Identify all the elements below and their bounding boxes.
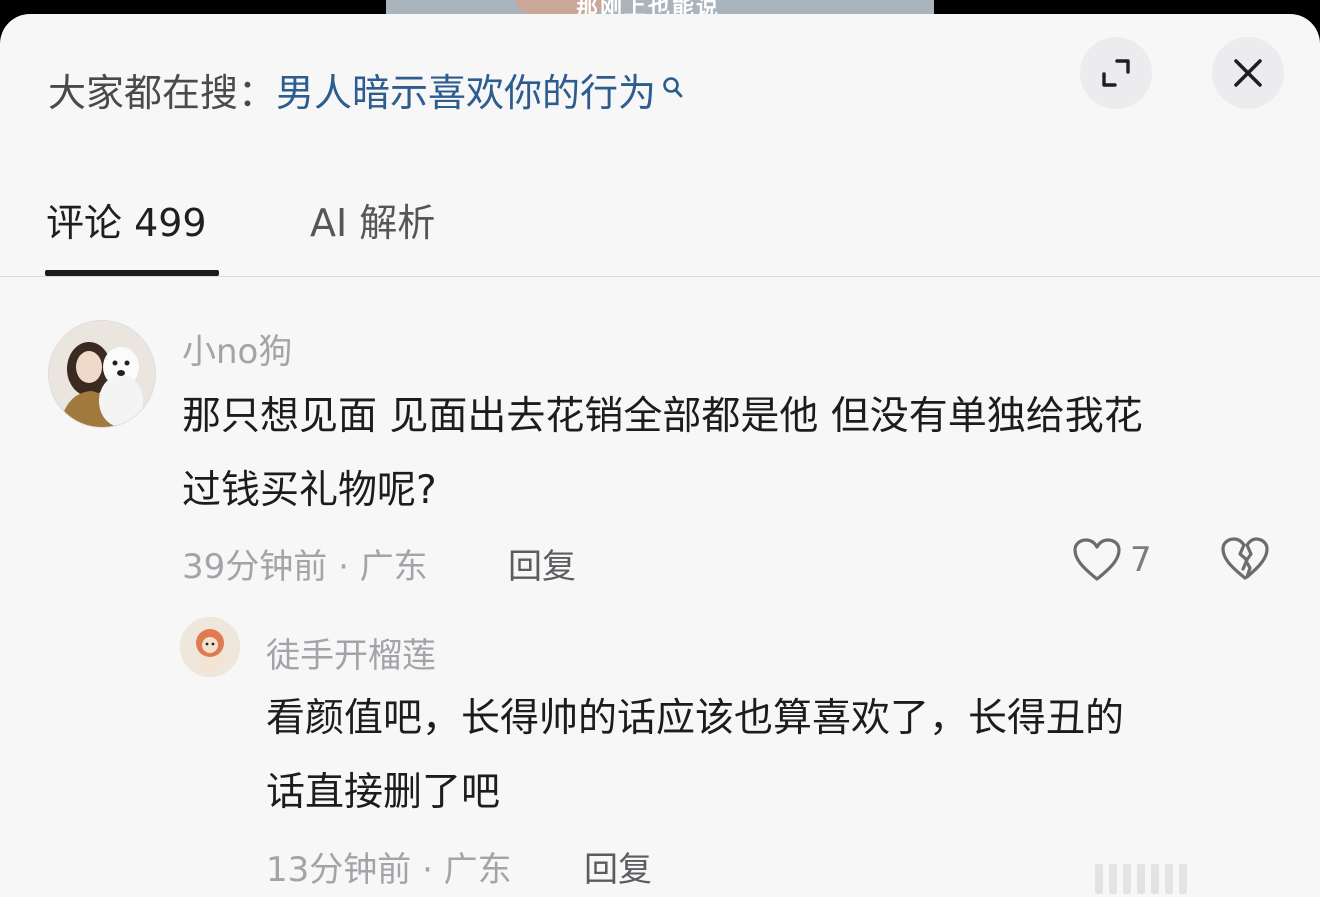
search-query-link[interactable]: 男人暗示喜欢你的行为	[276, 62, 656, 117]
video-background: 那刚上也能说	[0, 0, 1320, 14]
avatar[interactable]	[180, 617, 240, 677]
close-button[interactable]	[1212, 37, 1284, 109]
suggested-search[interactable]: 大家都在搜： 男人暗示喜欢你的行为	[48, 62, 684, 117]
broken-heart-icon	[1221, 537, 1269, 580]
expand-icon	[1102, 59, 1130, 87]
tab-bar: 评论 499 AI 解析	[0, 174, 1320, 277]
active-tab-indicator	[45, 270, 219, 276]
search-prefix: 大家都在搜：	[48, 70, 277, 115]
comment-line: 过钱买礼物呢?	[182, 468, 437, 513]
comment-text: 那只想见面 见面出去花销全部都是他 但没有单独给我花 过钱买礼物呢?	[182, 380, 1292, 528]
comment-username[interactable]: 小no狗	[182, 324, 292, 373]
comment-meta: 39分钟前 · 广东	[182, 547, 428, 587]
reply-line: 话直接删了吧	[266, 770, 501, 815]
reply-meta: 13分钟前 · 广东	[266, 850, 512, 890]
reply-button[interactable]: 回复	[508, 539, 576, 588]
reply-line: 看颜值吧，长得帅的话应该也算喜欢了，长得丑的	[266, 696, 1125, 741]
reply-text: 看颜值吧，长得帅的话应该也算喜欢了，长得丑的 话直接删了吧	[266, 682, 1276, 830]
heart-outline-icon	[1073, 538, 1121, 581]
like-button[interactable]: 7	[1072, 532, 1152, 588]
reply-button[interactable]: 回复	[584, 842, 652, 891]
close-icon	[1234, 59, 1262, 87]
expand-button[interactable]	[1080, 37, 1152, 109]
avatar[interactable]	[48, 320, 156, 428]
video-caption: 那刚上也能说	[576, 0, 721, 14]
dislike-button[interactable]	[1220, 534, 1270, 584]
like-count: 7	[1130, 540, 1152, 580]
reply-username[interactable]: 徒手开榴莲	[266, 628, 436, 677]
tab-comments[interactable]: 评论 499	[46, 192, 207, 247]
tab-ai-analysis[interactable]: AI 解析	[310, 192, 435, 247]
video-thumbnail: 那刚上也能说	[386, 0, 934, 14]
comment-sheet: 大家都在搜： 男人暗示喜欢你的行为 评论 499 AI 解析 小no狗 那只想见…	[0, 14, 1320, 897]
search-icon	[662, 67, 684, 98]
comment-line: 那只想见面 见面出去花销全部都是他 但没有单独给我花	[182, 394, 1143, 439]
watermark	[1095, 864, 1187, 894]
